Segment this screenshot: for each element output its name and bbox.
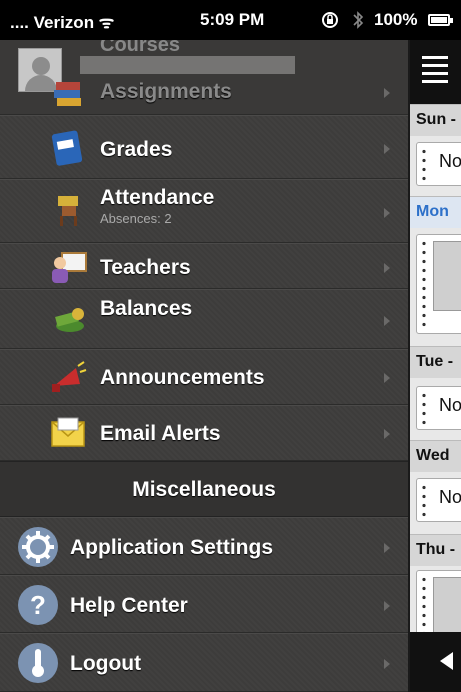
menu-item-label: Grades bbox=[100, 138, 173, 161]
chevron-right-icon bbox=[384, 263, 390, 273]
section-header-miscellaneous: Miscellaneous bbox=[0, 461, 408, 517]
menu-item-email-alerts[interactable]: Email Alerts bbox=[0, 405, 408, 461]
svg-text:?: ? bbox=[30, 590, 46, 620]
bluetooth-icon bbox=[352, 10, 364, 35]
menu-item-application-settings[interactable]: Application Settings bbox=[0, 517, 408, 575]
grade-book-icon bbox=[48, 128, 88, 168]
menu-item-label: Announcements bbox=[100, 366, 265, 389]
day-header-wed: Wed bbox=[410, 440, 461, 472]
help-icon: ? bbox=[16, 583, 60, 627]
day-header-tue: Tue - bbox=[410, 346, 461, 378]
chevron-right-icon bbox=[384, 601, 390, 611]
panel-toolbar bbox=[410, 40, 461, 104]
content-panel[interactable]: Sun - No Mon Tue - No Wed No Thu - bbox=[408, 40, 461, 692]
absences-count: Absences: 2 bbox=[100, 211, 172, 226]
menu-item-announcements[interactable]: Announcements bbox=[0, 349, 408, 405]
day-header-thu: Thu - bbox=[410, 534, 461, 566]
event-card[interactable]: No bbox=[416, 142, 461, 186]
chevron-right-icon bbox=[384, 543, 390, 553]
no-events-label: No bbox=[439, 395, 461, 415]
chevron-right-icon bbox=[384, 208, 390, 218]
menu-item-grades[interactable]: Grades bbox=[0, 115, 408, 179]
menu-toggle-icon[interactable] bbox=[422, 56, 448, 84]
event-card[interactable] bbox=[416, 234, 461, 334]
chevron-right-icon bbox=[384, 659, 390, 669]
rotation-lock-icon bbox=[320, 10, 340, 35]
section-title: Miscellaneous bbox=[132, 478, 276, 501]
megaphone-icon bbox=[48, 358, 88, 398]
menu-item-logout[interactable]: Logout bbox=[0, 633, 408, 692]
no-events-label: No bbox=[439, 487, 461, 507]
menu-item-attendance[interactable]: Attendance Absences: 2 bbox=[0, 179, 408, 243]
menu-item-label: Assignments bbox=[100, 80, 232, 103]
menu-item-label: Balances bbox=[100, 297, 193, 320]
menu-item-teachers[interactable]: Teachers bbox=[0, 243, 408, 289]
clock: 5:09 PM bbox=[200, 10, 265, 29]
chevron-right-icon bbox=[384, 316, 390, 326]
envelope-icon bbox=[48, 414, 88, 454]
no-events-label: No bbox=[439, 151, 461, 171]
menu-item-label: Teachers bbox=[100, 256, 191, 279]
chevron-right-icon bbox=[384, 88, 390, 98]
battery-icon bbox=[428, 14, 453, 26]
side-menu: Courses Assignments Grades Attendance Ab… bbox=[0, 40, 408, 692]
gear-icon bbox=[16, 525, 60, 569]
menu-item-balances[interactable]: Balances bbox=[0, 289, 408, 349]
books-icon bbox=[48, 72, 88, 112]
battery-percent: 100% bbox=[374, 10, 418, 29]
menu-item-assignments[interactable]: Assignments bbox=[0, 70, 408, 115]
day-header-sun: Sun - bbox=[410, 104, 461, 136]
back-arrow-icon[interactable] bbox=[440, 652, 453, 670]
status-bar: .... Verizon ᯤ 5:09 PM 100% bbox=[0, 0, 461, 40]
menu-item-label: Help Center bbox=[70, 594, 188, 617]
teacher-icon bbox=[48, 247, 88, 287]
menu-item-label: Attendance bbox=[100, 186, 215, 209]
day-header-mon: Mon bbox=[410, 196, 461, 228]
event-thumbnail bbox=[433, 241, 461, 311]
event-card[interactable] bbox=[416, 570, 461, 647]
thermometer-icon bbox=[16, 641, 60, 685]
chevron-right-icon bbox=[384, 373, 390, 383]
menu-item-courses-partial[interactable]: Courses bbox=[100, 40, 180, 57]
menu-item-label: Logout bbox=[70, 652, 142, 675]
menu-item-help-center[interactable]: ? Help Center bbox=[0, 575, 408, 633]
menu-item-label: Email Alerts bbox=[100, 422, 221, 445]
event-card[interactable]: No bbox=[416, 386, 461, 430]
desk-icon bbox=[48, 190, 88, 230]
menu-item-label: Application Settings bbox=[70, 536, 274, 559]
chevron-right-icon bbox=[384, 144, 390, 154]
panel-bottom-bar bbox=[410, 632, 461, 692]
chevron-right-icon bbox=[384, 429, 390, 439]
money-icon bbox=[48, 300, 88, 340]
carrier-label: .... Verizon ᯤ bbox=[10, 13, 115, 32]
event-card[interactable]: No bbox=[416, 478, 461, 522]
